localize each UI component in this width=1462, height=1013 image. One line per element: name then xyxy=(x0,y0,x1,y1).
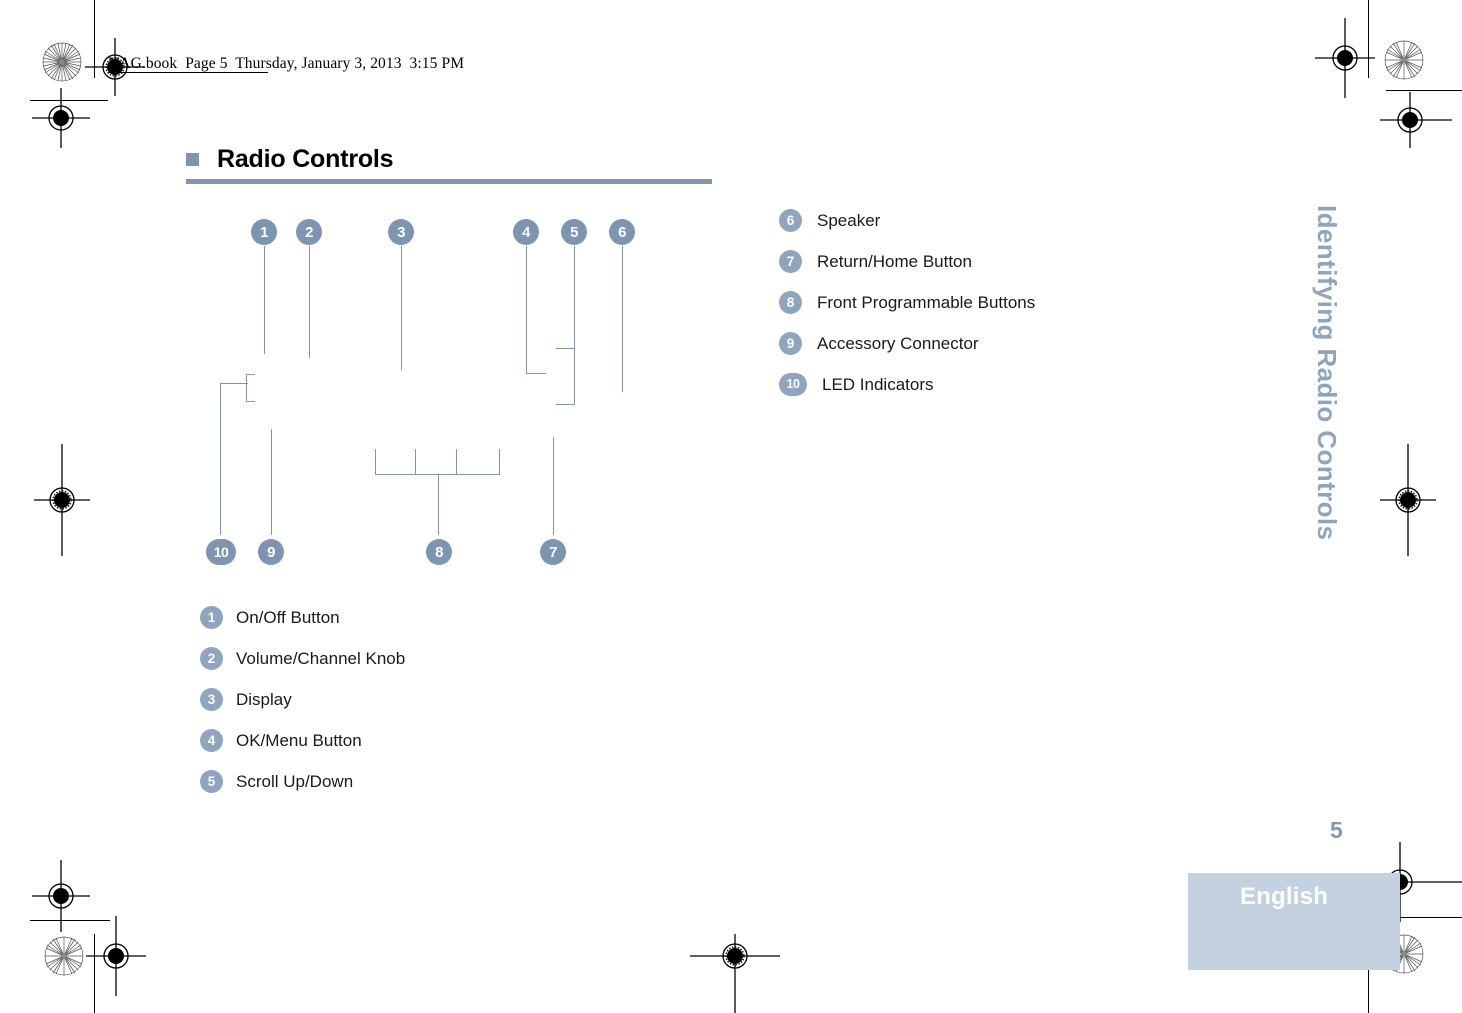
legend-badge-5: 5 xyxy=(200,770,223,793)
slug-line: NAG.book Page 5 Thursday, January 3, 201… xyxy=(108,55,465,72)
leader-line-10-tick xyxy=(246,374,248,402)
legend-badge-9: 9 xyxy=(779,332,802,355)
diagram-callout-10[interactable]: 10 xyxy=(206,539,236,565)
leader-line-4-horiz xyxy=(526,373,546,375)
leader-line-9 xyxy=(271,429,273,535)
legend-badge-6: 6 xyxy=(779,209,802,232)
page-title: Radio Controls xyxy=(217,144,394,173)
leader-line-1 xyxy=(264,246,266,354)
leader-line-7 xyxy=(553,437,555,535)
legend-label-7: Return/Home Button xyxy=(817,251,972,271)
leader-line-5-vert xyxy=(574,246,576,405)
legend-item-10: 10 LED Indicators xyxy=(779,364,1035,405)
diagram-callout-1[interactable]: 1 xyxy=(251,219,277,245)
legend-badge-7: 7 xyxy=(779,250,802,273)
leader-line-8-stub-3 xyxy=(456,449,458,474)
legend-badge-2: 2 xyxy=(200,647,223,670)
legend-badge-1: 1 xyxy=(200,606,223,629)
legend-label-6: Speaker xyxy=(817,210,881,230)
legend-list-right: 6 Speaker 7 Return/Home Button 8 Front P… xyxy=(779,200,1035,405)
legend-item-7: 7 Return/Home Button xyxy=(779,241,1035,282)
legend-item-1: 1 On/Off Button xyxy=(200,597,405,638)
running-head-text: Identifying Radio Controls xyxy=(1312,205,1342,541)
leader-line-10-tick-bottom xyxy=(246,401,255,403)
rosette-mark-bottom-left xyxy=(44,936,84,976)
leader-line-5-horiz-a xyxy=(556,348,575,350)
leader-line-10-horiz xyxy=(220,383,248,385)
legend-label-8: Front Programmable Buttons xyxy=(817,292,1036,312)
crosshair-mark-top-right xyxy=(1315,18,1375,98)
legend-label-10: LED Indicators xyxy=(822,374,934,394)
rosette-mark-top-left xyxy=(42,42,82,82)
print-page: NAG.book Page 5 Thursday, January 3, 201… xyxy=(0,0,1462,1013)
diagram-callout-5[interactable]: 5 xyxy=(561,219,587,245)
legend-label-3: Display xyxy=(236,689,292,709)
leader-line-8-stub-4 xyxy=(499,449,501,474)
trim-line-left-lower-vert xyxy=(94,934,96,1013)
language-label: English xyxy=(1240,883,1329,910)
leader-line-8-stub-1 xyxy=(375,449,377,474)
legend-item-9: 9 Accessory Connector xyxy=(779,323,1035,364)
leader-line-6 xyxy=(622,246,624,392)
legend-item-6: 6 Speaker xyxy=(779,200,1035,241)
rosette-mark-top-right xyxy=(1384,40,1424,80)
legend-item-2: 2 Volume/Channel Knob xyxy=(200,638,405,679)
leader-line-5-horiz-b xyxy=(556,404,575,406)
crosshair-mark-bottom-center xyxy=(690,934,780,1013)
trim-line-left-upper xyxy=(94,0,96,78)
legend-label-9: Accessory Connector xyxy=(817,333,979,353)
leader-line-10-stem xyxy=(220,383,222,535)
leader-line-3 xyxy=(401,246,403,370)
diagram-callout-4[interactable]: 4 xyxy=(513,219,539,245)
diagram-callout-9[interactable]: 9 xyxy=(258,539,284,565)
legend-badge-8: 8 xyxy=(779,291,802,314)
diagram-callout-7[interactable]: 7 xyxy=(540,539,566,565)
crosshair-mark-left-middle xyxy=(34,444,90,556)
leader-line-8-stem xyxy=(438,474,440,535)
running-head: Identifying Radio Controls xyxy=(1308,205,1348,605)
title-rule xyxy=(186,179,712,184)
legend-label-5: Scroll Up/Down xyxy=(236,771,354,791)
legend-list-left: 1 On/Off Button 2 Volume/Channel Knob 3 … xyxy=(200,597,405,802)
legend-label-4: OK/Menu Button xyxy=(236,730,362,750)
diagram-callout-6[interactable]: 6 xyxy=(609,219,635,245)
square-bullet-icon xyxy=(186,152,199,166)
diagram-callout-2[interactable]: 2 xyxy=(296,219,322,245)
legend-label-1: On/Off Button xyxy=(236,607,340,627)
crosshair-mark-left-upper xyxy=(32,88,90,148)
legend-label-2: Volume/Channel Knob xyxy=(236,648,406,668)
leader-line-4-vert xyxy=(526,246,528,374)
legend-item-4: 4 OK/Menu Button xyxy=(200,720,405,761)
page-number: 5 xyxy=(1330,817,1343,843)
legend-badge-4: 4 xyxy=(200,729,223,752)
legend-item-3: 3 Display xyxy=(200,679,405,720)
leader-line-8-stub-2 xyxy=(415,449,417,474)
crosshair-mark-right-upper xyxy=(1380,92,1452,148)
diagram-callout-8[interactable]: 8 xyxy=(426,539,452,565)
leader-line-2 xyxy=(309,246,311,358)
legend-badge-3: 3 xyxy=(200,688,223,711)
section-header: Radio Controls xyxy=(186,144,716,184)
legend-badge-10: 10 xyxy=(779,373,807,396)
leader-line-10-tick-top xyxy=(246,374,255,376)
diagram-callout-3[interactable]: 3 xyxy=(388,219,414,245)
trim-line-right-upper-vert xyxy=(1368,0,1370,78)
trim-line-left-top-stub xyxy=(30,100,108,102)
legend-item-5: 5 Scroll Up/Down xyxy=(200,761,405,802)
legend-item-8: 8 Front Programmable Buttons xyxy=(779,282,1035,323)
crosshair-mark-right-middle xyxy=(1380,444,1436,556)
